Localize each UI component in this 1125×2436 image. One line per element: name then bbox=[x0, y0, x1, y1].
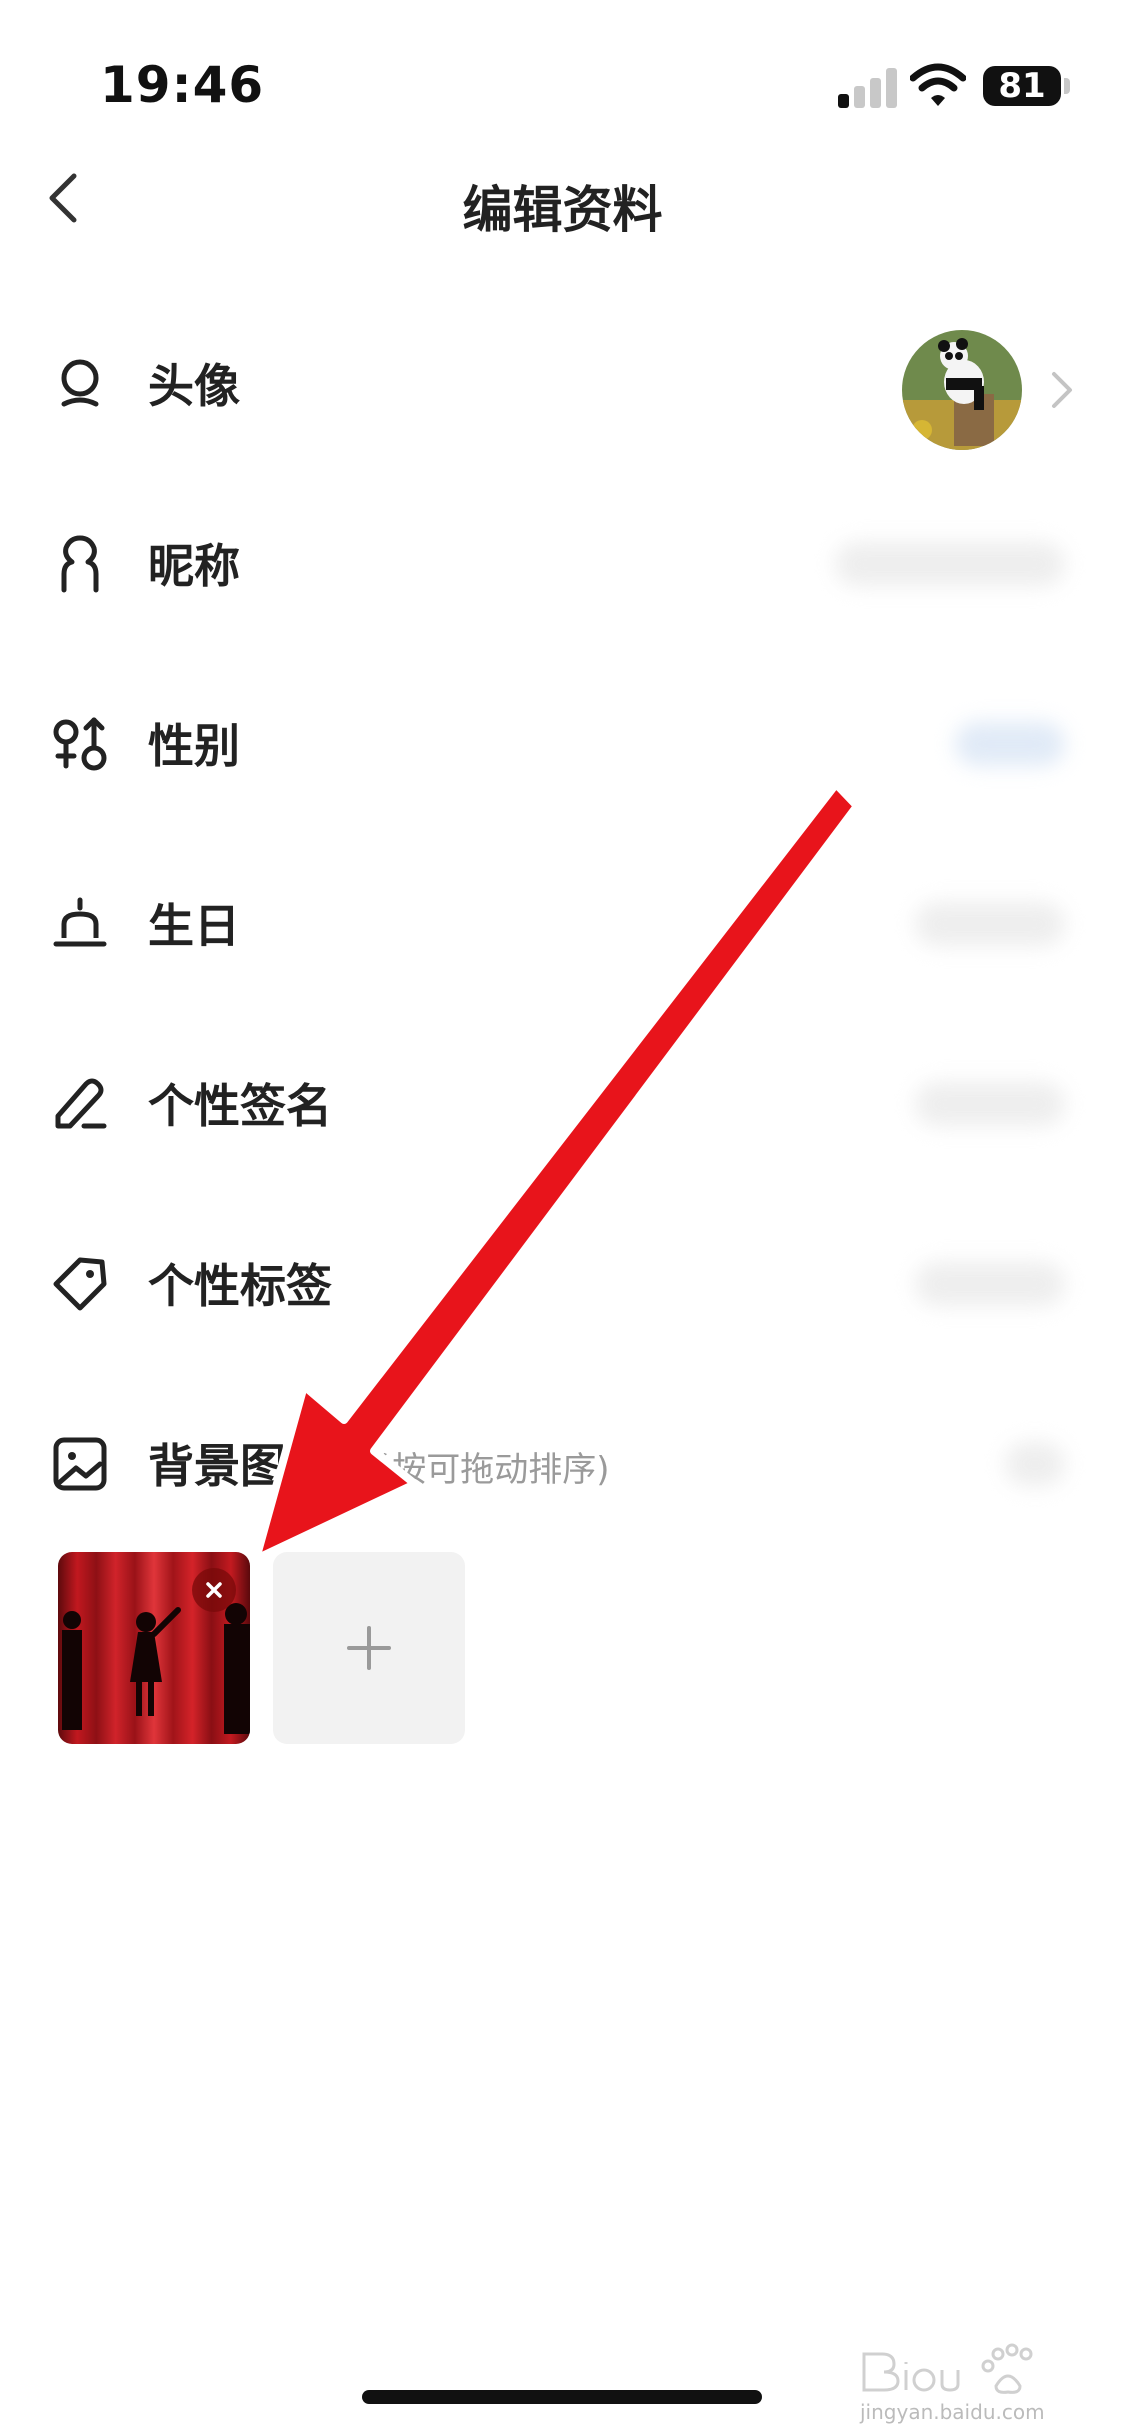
home-indicator bbox=[362, 2390, 762, 2404]
remove-background-button[interactable] bbox=[192, 1568, 236, 1612]
chevron-right-icon bbox=[1052, 372, 1072, 408]
panda-photo bbox=[902, 330, 1022, 450]
birthday-value-blurred bbox=[915, 902, 1065, 946]
plus-icon bbox=[347, 1626, 391, 1670]
row-label-nickname: 昵称 bbox=[148, 539, 240, 593]
nickname-value-blurred bbox=[835, 542, 1065, 586]
gender-icon bbox=[53, 717, 107, 771]
page-title: 编辑资料 bbox=[462, 181, 663, 239]
pen-icon bbox=[55, 1078, 107, 1129]
add-background-button[interactable] bbox=[273, 1552, 465, 1744]
battery-icon: 81 bbox=[983, 66, 1061, 106]
avatar[interactable] bbox=[902, 330, 1022, 450]
watermark-caption: jingyan.baidu.com bbox=[860, 2400, 1045, 2424]
row-label-gender: 性别 bbox=[148, 719, 240, 773]
background-hint: (长按可拖动排序) bbox=[345, 1450, 610, 1490]
person-icon bbox=[61, 535, 99, 593]
nav-bar: 编辑资料 bbox=[0, 150, 1125, 250]
row-gender[interactable]: 性别 bbox=[0, 652, 1125, 832]
battery-tip bbox=[1064, 78, 1070, 94]
status-bar: 19:46 81 bbox=[0, 0, 1125, 150]
row-label-tags: 个性标签 bbox=[148, 1259, 332, 1313]
row-tags[interactable]: 个性标签 bbox=[0, 1192, 1125, 1372]
row-label-signature: 个性签名 bbox=[148, 1079, 332, 1133]
row-nickname[interactable]: 昵称 bbox=[0, 472, 1125, 652]
row-birthday[interactable]: 生日 bbox=[0, 832, 1125, 1012]
baidu-watermark-logo bbox=[862, 2343, 1033, 2394]
cake-icon bbox=[53, 897, 107, 947]
wifi-icon bbox=[910, 63, 966, 106]
row-label-background: 背景图 bbox=[148, 1439, 286, 1493]
image-icon bbox=[53, 1437, 107, 1491]
tag-icon bbox=[53, 1257, 107, 1311]
background-value-blurred bbox=[1005, 1442, 1065, 1486]
tags-value-blurred bbox=[915, 1262, 1065, 1306]
row-label-birthday: 生日 bbox=[148, 899, 240, 953]
status-time: 19:46 bbox=[100, 56, 265, 114]
row-label-avatar: 头像 bbox=[148, 359, 240, 413]
gender-value-blurred bbox=[955, 722, 1065, 766]
row-signature[interactable]: 个性签名 bbox=[0, 1012, 1125, 1192]
row-background[interactable]: 背景图 (长按可拖动排序) bbox=[0, 1372, 1125, 1552]
cellular-signal-icon bbox=[838, 66, 898, 108]
avatar-icon bbox=[61, 359, 99, 407]
signature-value-blurred bbox=[915, 1082, 1065, 1126]
